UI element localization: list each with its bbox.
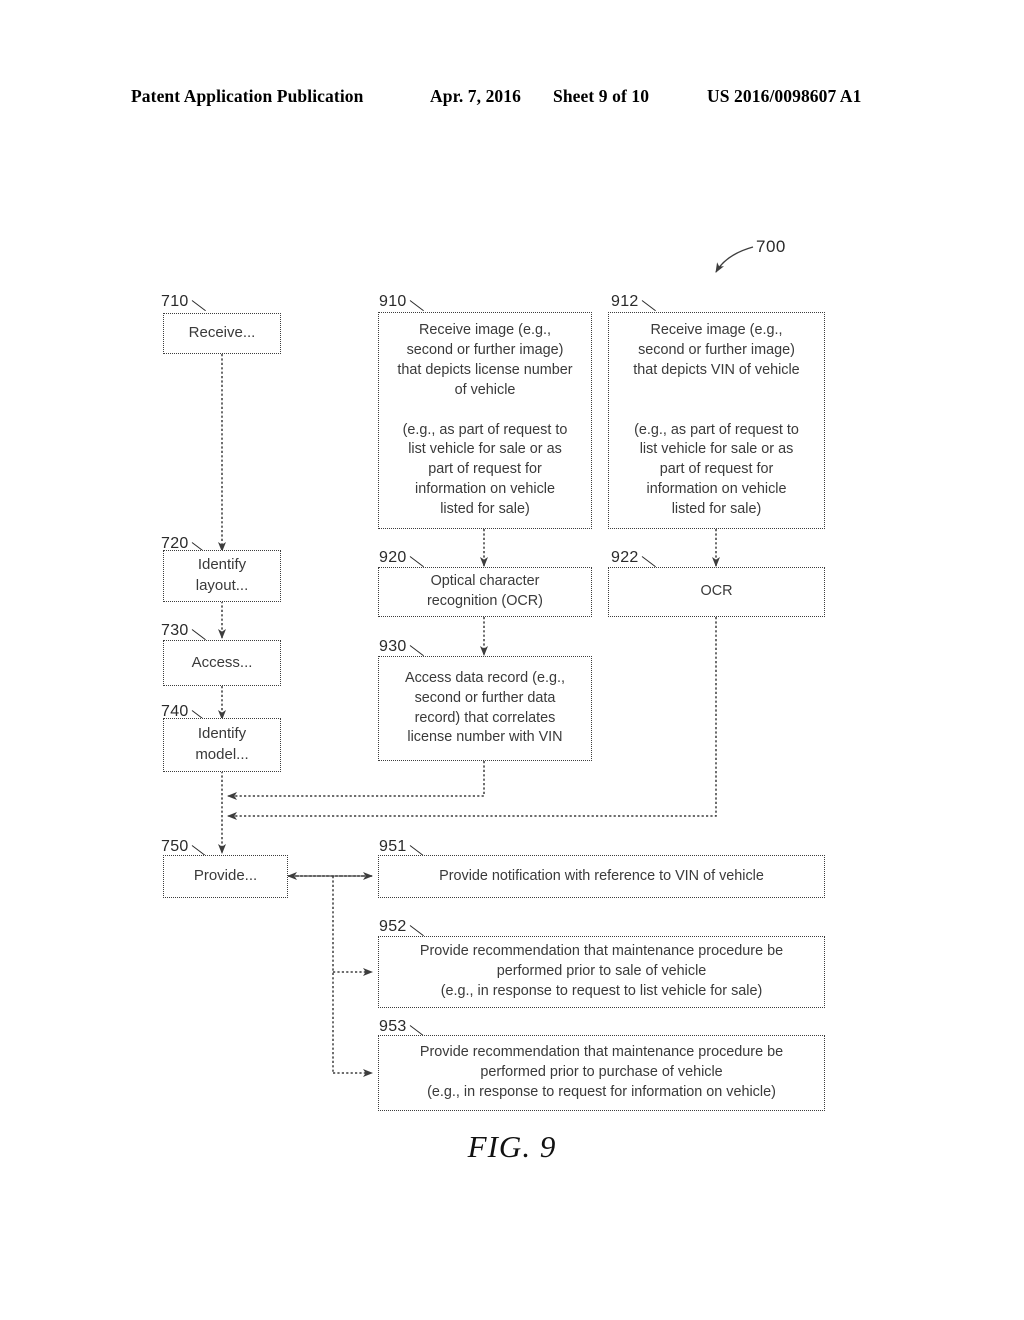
- flow-node-912-label: Receive image (e.g., second or further i…: [633, 322, 800, 517]
- leader-line: [641, 300, 656, 312]
- flow-node-720-label: Identify layout...: [195, 556, 249, 594]
- ref-label-730: 730: [161, 622, 209, 641]
- flow-node-953[interactable]: Provide recommendation that maintenance …: [378, 1035, 825, 1111]
- leader-line: [191, 300, 206, 312]
- flow-node-922-label: OCR: [700, 583, 733, 600]
- ref-label-922: 922: [611, 549, 659, 568]
- ref-label-710: 710: [161, 293, 209, 312]
- leader-line: [409, 300, 424, 312]
- flow-node-910-label: Receive image (e.g., second or further i…: [397, 322, 573, 517]
- flow-node-710-label: Receive...: [188, 324, 256, 342]
- flow-node-952-label: Provide recommendation that maintenance …: [419, 943, 784, 999]
- flow-node-951[interactable]: Provide notification with reference to V…: [378, 855, 825, 898]
- ref-label-952: 952: [379, 918, 427, 937]
- ref-label-750: 750: [161, 838, 209, 857]
- ref-label-920: 920: [379, 549, 427, 568]
- flow-node-750[interactable]: Provide...: [163, 855, 288, 898]
- flow-node-912[interactable]: Receive image (e.g., second or further i…: [608, 312, 825, 529]
- flow-node-952[interactable]: Provide recommendation that maintenance …: [378, 936, 825, 1008]
- flow-node-922[interactable]: OCR: [608, 567, 825, 617]
- flow-node-740[interactable]: Identify model...: [163, 718, 281, 772]
- ref-label-910: 910: [379, 293, 427, 312]
- flow-node-951-label: Provide notification with reference to V…: [439, 867, 764, 884]
- flowchart-figure: 700 710 720 730 740 750 910 912 920 922 …: [0, 0, 1024, 1320]
- ref-label-953: 953: [379, 1018, 427, 1037]
- flow-node-750-label: Provide...: [193, 867, 258, 885]
- flow-node-730-label: Access...: [191, 653, 253, 671]
- flow-node-920[interactable]: Optical character recognition (OCR): [378, 567, 592, 617]
- flow-node-710[interactable]: Receive...: [163, 313, 281, 354]
- flow-node-930[interactable]: Access data record (e.g., second or furt…: [378, 656, 592, 761]
- flow-node-930-label: Access data record (e.g., second or furt…: [405, 669, 565, 746]
- ref-label-930: 930: [379, 638, 427, 657]
- leader-line: [409, 556, 424, 568]
- flow-node-730[interactable]: Access...: [163, 640, 281, 686]
- flow-node-920-label: Optical character recognition (OCR): [427, 573, 543, 609]
- flow-node-953-label: Provide recommendation that maintenance …: [419, 1044, 784, 1100]
- leader-line: [191, 629, 206, 641]
- leader-line: [641, 556, 656, 568]
- ref-label-912: 912: [611, 293, 659, 312]
- leader-line: [409, 925, 424, 937]
- diagram-reference-700: 700: [756, 237, 786, 256]
- flow-node-740-label: Identify model...: [195, 725, 249, 763]
- flow-node-720[interactable]: Identify layout...: [163, 550, 281, 602]
- flow-node-910[interactable]: Receive image (e.g., second or further i…: [378, 312, 592, 529]
- figure-caption: FIG. 9: [467, 1129, 557, 1164]
- ref-label-951: 951: [379, 838, 427, 857]
- leader-line: [409, 645, 424, 657]
